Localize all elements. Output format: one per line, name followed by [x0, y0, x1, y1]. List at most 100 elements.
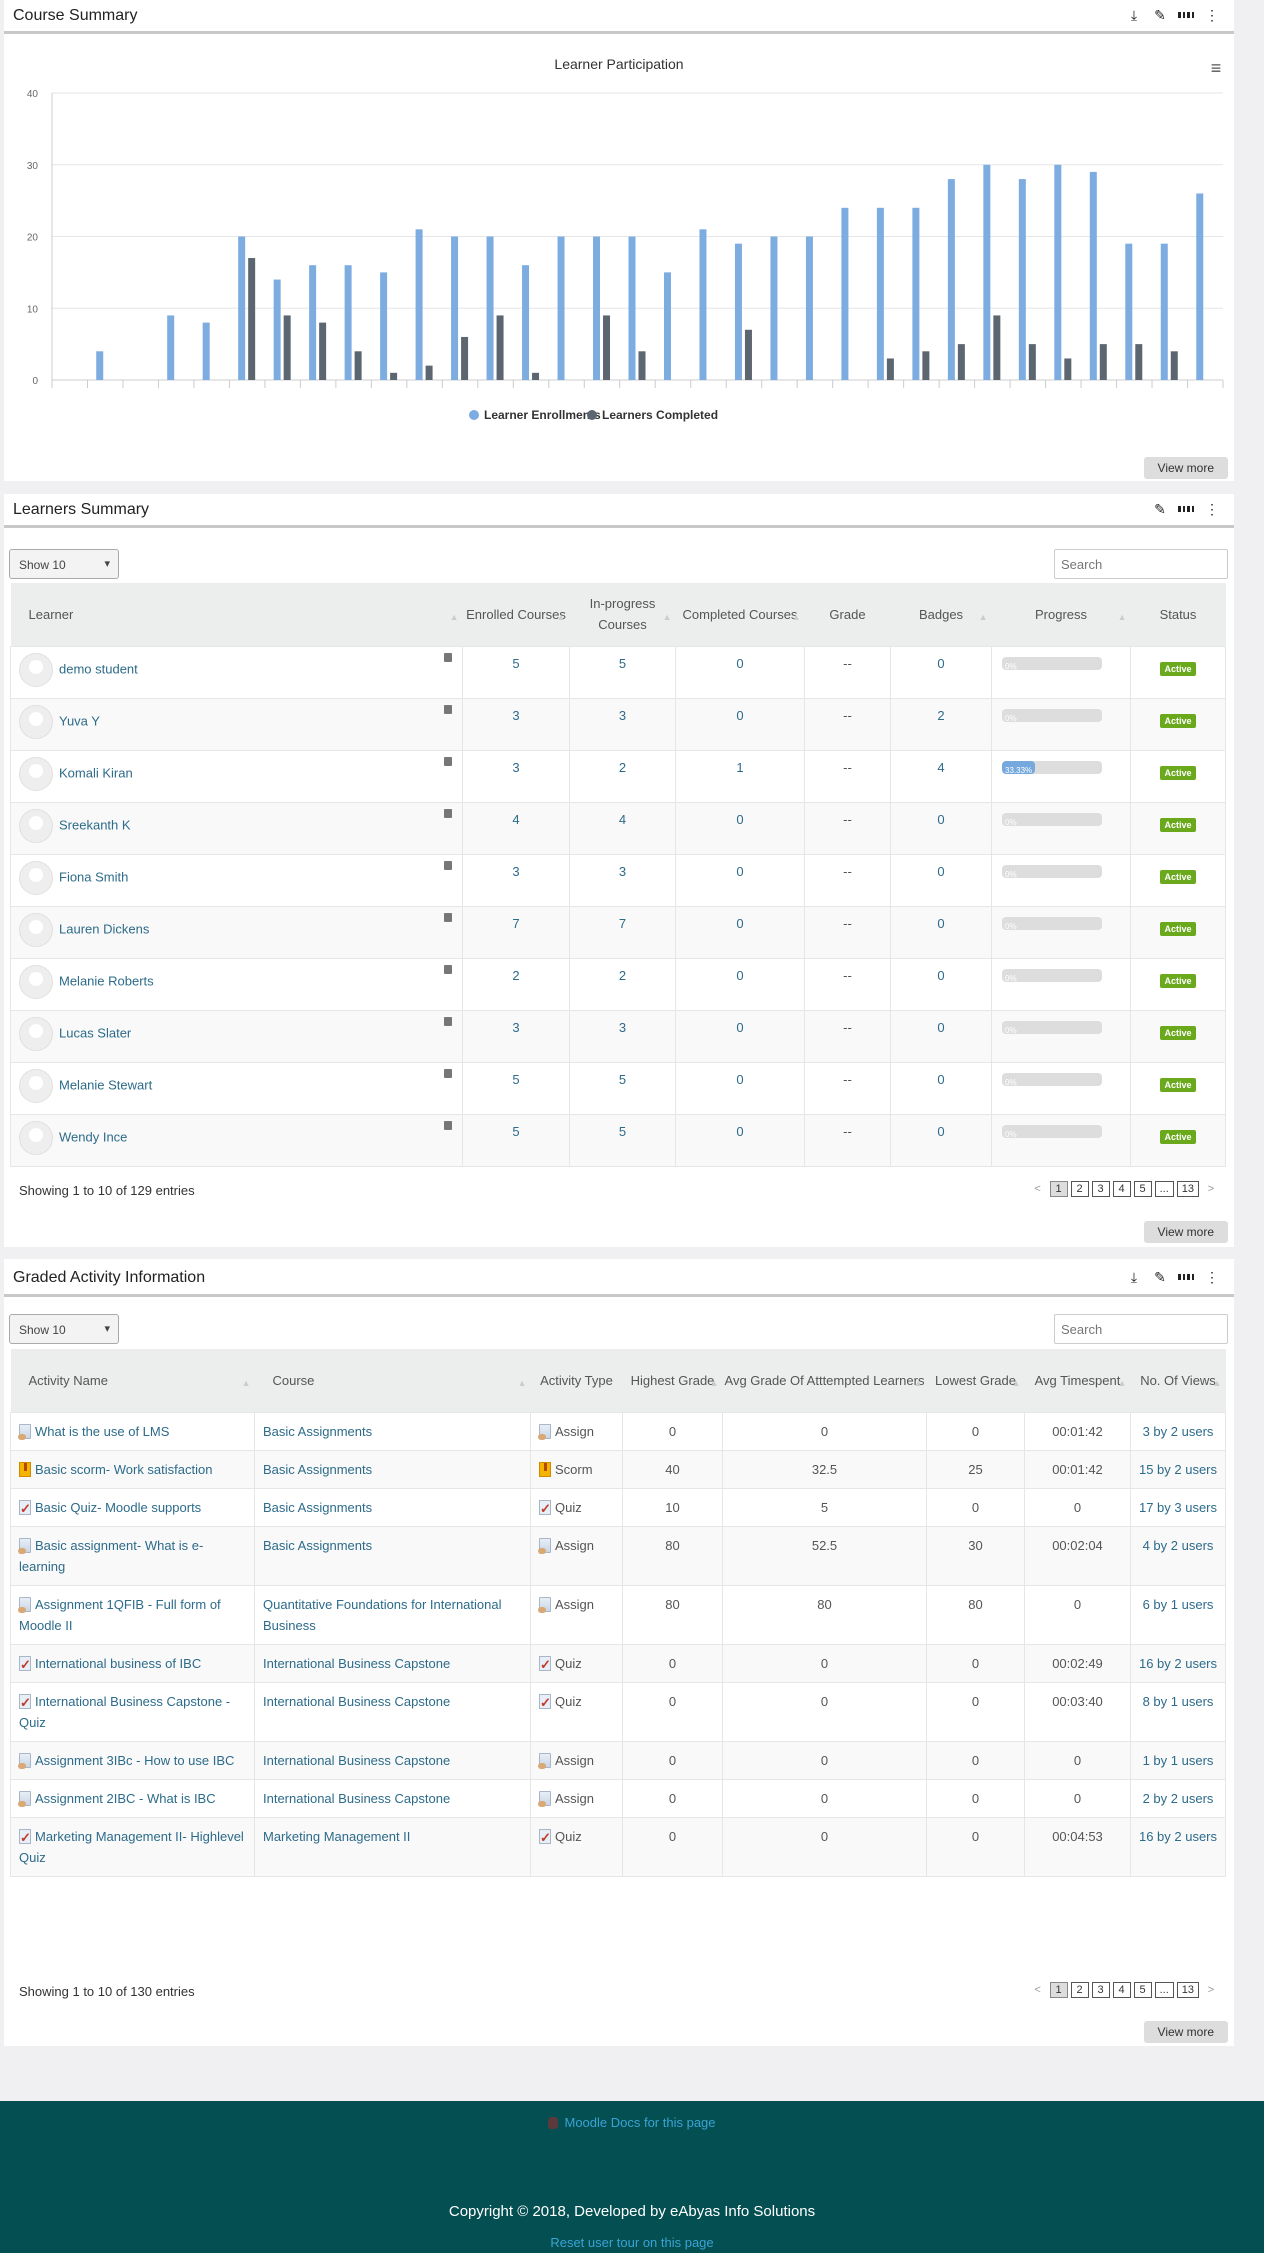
views-link[interactable]: 1 by 1 users: [1143, 1753, 1214, 1768]
page-button[interactable]: 4: [1112, 1181, 1131, 1197]
bar-completed[interactable]: [248, 258, 256, 380]
enrolled-cell[interactable]: 3: [462, 697, 570, 751]
bar-completed[interactable]: [496, 315, 504, 380]
more-vertical-icon[interactable]: ⋮: [1204, 1269, 1220, 1285]
completed-cell[interactable]: 0: [675, 853, 805, 907]
completed-cell[interactable]: 0: [675, 801, 805, 855]
views-link[interactable]: 17 by 3 users: [1139, 1500, 1217, 1515]
column-header[interactable]: Enrolled Courses ▲: [462, 583, 570, 647]
bar-enrollments[interactable]: [486, 236, 494, 381]
page-button[interactable]: 4: [1112, 1982, 1131, 1998]
sort-icon[interactable]: ▲: [1118, 607, 1127, 628]
inprogress-cell[interactable]: 2: [569, 957, 676, 1011]
grid-icon[interactable]: [1178, 1269, 1194, 1285]
completed-cell[interactable]: 0: [675, 1009, 805, 1063]
learner-name-link[interactable]: Sreekanth K: [59, 817, 131, 832]
bar-enrollments[interactable]: [841, 207, 849, 380]
bar-enrollments[interactable]: [522, 265, 530, 380]
column-header[interactable]: Avg Timespent ▲: [1024, 1349, 1131, 1413]
view-more-button[interactable]: View more: [1143, 1221, 1228, 1243]
bar-enrollments[interactable]: [734, 243, 742, 380]
activity-name-link[interactable]: Assignment 1QFIB - Full form of Moodle I…: [19, 1597, 221, 1633]
page-button[interactable]: 5: [1133, 1181, 1152, 1197]
inprogress-cell[interactable]: 3: [569, 697, 676, 751]
bar-enrollments[interactable]: [1089, 171, 1097, 380]
enrolled-cell[interactable]: 5: [462, 645, 570, 699]
inprogress-cell[interactable]: 5: [569, 1113, 676, 1167]
learner-name-link[interactable]: Lucas Slater: [59, 1025, 131, 1040]
enrolled-cell[interactable]: 7: [462, 905, 570, 959]
inprogress-cell[interactable]: 3: [569, 1009, 676, 1063]
page-button[interactable]: 13: [1176, 1982, 1199, 1998]
column-header[interactable]: In-progress Courses ▲: [569, 583, 676, 647]
bar-completed[interactable]: [638, 351, 646, 380]
view-more-button[interactable]: View more: [1143, 457, 1228, 479]
page-button[interactable]: 1: [1049, 1982, 1068, 1998]
views-link[interactable]: 6 by 1 users: [1143, 1597, 1214, 1612]
course-link[interactable]: Basic Assignments: [263, 1538, 372, 1553]
enrolled-cell[interactable]: 3: [462, 853, 570, 907]
page-button[interactable]: 1: [1049, 1181, 1068, 1197]
page-button[interactable]: 3: [1091, 1181, 1110, 1197]
bar-enrollments[interactable]: [238, 236, 246, 381]
search-input[interactable]: [1054, 549, 1228, 579]
sort-icon[interactable]: ▲: [242, 1373, 251, 1394]
bar-enrollments[interactable]: [770, 236, 778, 381]
bar-completed[interactable]: [390, 372, 398, 380]
activity-name-link[interactable]: International Business Capstone -Quiz: [19, 1694, 230, 1730]
message-icon[interactable]: [444, 964, 452, 974]
search-input[interactable]: [1054, 1314, 1228, 1344]
enrolled-cell[interactable]: 5: [462, 1061, 570, 1115]
message-icon[interactable]: [444, 1068, 452, 1078]
course-link[interactable]: Basic Assignments: [263, 1424, 372, 1439]
views-link[interactable]: 3 by 2 users: [1143, 1424, 1214, 1439]
prev-page-button[interactable]: <: [1029, 1983, 1047, 1997]
bar-enrollments[interactable]: [273, 279, 281, 380]
views-link[interactable]: 15 by 2 users: [1139, 1462, 1217, 1477]
bar-enrollments[interactable]: [1018, 179, 1026, 380]
activity-name-link[interactable]: What is the use of LMS: [35, 1424, 169, 1439]
bar-enrollments[interactable]: [380, 272, 388, 380]
page-button[interactable]: 3: [1091, 1982, 1110, 1998]
page-button[interactable]: ...: [1154, 1181, 1174, 1197]
column-header[interactable]: Activity Type: [530, 1349, 623, 1413]
learner-name-link[interactable]: Melanie Roberts: [59, 973, 154, 988]
activity-name-link[interactable]: Basic scorm- Work satisfaction: [35, 1462, 212, 1477]
badges-cell[interactable]: 0: [890, 1113, 992, 1167]
completed-cell[interactable]: 0: [675, 1061, 805, 1115]
bar-enrollments[interactable]: [451, 236, 459, 381]
bar-completed[interactable]: [354, 351, 362, 380]
bar-enrollments[interactable]: [593, 236, 601, 381]
column-header[interactable]: Badges ▲: [890, 583, 992, 647]
bar-enrollments[interactable]: [415, 229, 423, 380]
learner-name-link[interactable]: Lauren Dickens: [59, 921, 149, 936]
column-header[interactable]: Progress ▲: [991, 583, 1131, 647]
edit-icon[interactable]: ✎: [1152, 1269, 1168, 1285]
completed-cell[interactable]: 0: [675, 645, 805, 699]
bar-enrollments[interactable]: [699, 229, 707, 380]
page-button[interactable]: 13: [1176, 1181, 1199, 1197]
sort-icon[interactable]: ▲: [1118, 1373, 1127, 1394]
bar-completed[interactable]: [744, 329, 752, 380]
bar-enrollments[interactable]: [947, 179, 955, 380]
sort-icon[interactable]: ▲: [450, 607, 459, 628]
views-link[interactable]: 16 by 2 users: [1139, 1656, 1217, 1671]
bar-completed[interactable]: [957, 344, 965, 380]
prev-page-button[interactable]: <: [1029, 1182, 1047, 1196]
page-button[interactable]: ...: [1154, 1982, 1174, 1998]
bar-completed[interactable]: [461, 336, 469, 380]
learner-name-link[interactable]: Fiona Smith: [59, 869, 128, 884]
completed-cell[interactable]: 1: [675, 749, 805, 803]
column-header[interactable]: Avg Grade Of Atttempted Learners ▲: [722, 1349, 927, 1413]
bar-enrollments[interactable]: [96, 351, 104, 380]
message-icon[interactable]: [444, 860, 452, 870]
badges-cell[interactable]: 4: [890, 749, 992, 803]
column-header[interactable]: No. Of Views ▲: [1130, 1349, 1226, 1413]
page-button[interactable]: 5: [1133, 1982, 1152, 1998]
course-link[interactable]: Marketing Management II: [263, 1829, 410, 1844]
bar-completed[interactable]: [319, 322, 327, 380]
bar-enrollments[interactable]: [1196, 193, 1204, 380]
inprogress-cell[interactable]: 5: [569, 645, 676, 699]
activity-name-link[interactable]: International business of IBC: [35, 1656, 201, 1671]
bar-enrollments[interactable]: [1054, 164, 1062, 380]
